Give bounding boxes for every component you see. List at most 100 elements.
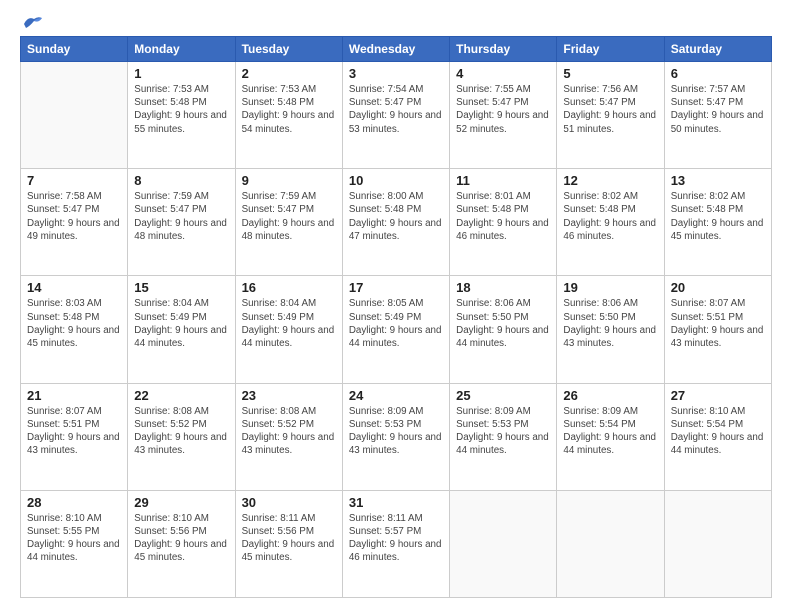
day-number: 26	[563, 388, 657, 403]
calendar-cell: 28 Sunrise: 8:10 AMSunset: 5:55 PMDayligh…	[21, 490, 128, 597]
calendar-cell: 2 Sunrise: 7:53 AMSunset: 5:48 PMDaylight…	[235, 62, 342, 169]
day-info: Sunrise: 8:05 AMSunset: 5:49 PMDaylight:…	[349, 297, 443, 350]
day-info: Sunrise: 8:09 AMSunset: 5:53 PMDaylight:…	[456, 405, 550, 458]
calendar-cell	[450, 490, 557, 597]
day-number: 2	[242, 66, 336, 81]
day-info: Sunrise: 8:09 AMSunset: 5:53 PMDaylight:…	[349, 405, 443, 458]
day-number: 18	[456, 280, 550, 295]
day-number: 20	[671, 280, 765, 295]
day-number: 28	[27, 495, 121, 510]
day-number: 11	[456, 173, 550, 188]
calendar-cell: 21 Sunrise: 8:07 AMSunset: 5:51 PMDayligh…	[21, 383, 128, 490]
col-header-friday: Friday	[557, 37, 664, 62]
col-header-saturday: Saturday	[664, 37, 771, 62]
day-number: 23	[242, 388, 336, 403]
calendar-cell: 6 Sunrise: 7:57 AMSunset: 5:47 PMDaylight…	[664, 62, 771, 169]
day-info: Sunrise: 8:07 AMSunset: 5:51 PMDaylight:…	[27, 405, 121, 458]
calendar-cell: 29 Sunrise: 8:10 AMSunset: 5:56 PMDayligh…	[128, 490, 235, 597]
day-number: 29	[134, 495, 228, 510]
day-info: Sunrise: 7:57 AMSunset: 5:47 PMDaylight:…	[671, 83, 765, 136]
day-number: 7	[27, 173, 121, 188]
day-info: Sunrise: 8:02 AMSunset: 5:48 PMDaylight:…	[563, 190, 657, 243]
day-info: Sunrise: 7:58 AMSunset: 5:47 PMDaylight:…	[27, 190, 121, 243]
day-number: 10	[349, 173, 443, 188]
day-number: 6	[671, 66, 765, 81]
day-number: 22	[134, 388, 228, 403]
calendar-cell: 31Sunrise: 8:11 AMSunset: 5:57 PMDayligh…	[342, 490, 449, 597]
calendar-week-row: 28 Sunrise: 8:10 AMSunset: 5:55 PMDayligh…	[21, 490, 772, 597]
day-info: Sunrise: 8:11 AMSunset: 5:57 PMDaylight:…	[349, 512, 443, 565]
calendar-table: SundayMondayTuesdayWednesdayThursdayFrid…	[20, 36, 772, 598]
day-number: 1	[134, 66, 228, 81]
day-info: Sunrise: 8:10 AMSunset: 5:54 PMDaylight:…	[671, 405, 765, 458]
day-info: Sunrise: 8:06 AMSunset: 5:50 PMDaylight:…	[563, 297, 657, 350]
day-info: Sunrise: 8:01 AMSunset: 5:48 PMDaylight:…	[456, 190, 550, 243]
day-number: 8	[134, 173, 228, 188]
day-info: Sunrise: 8:04 AMSunset: 5:49 PMDaylight:…	[242, 297, 336, 350]
col-header-thursday: Thursday	[450, 37, 557, 62]
day-number: 14	[27, 280, 121, 295]
day-info: Sunrise: 7:54 AMSunset: 5:47 PMDaylight:…	[349, 83, 443, 136]
day-number: 19	[563, 280, 657, 295]
calendar-cell: 25 Sunrise: 8:09 AMSunset: 5:53 PMDayligh…	[450, 383, 557, 490]
calendar-cell: 14 Sunrise: 8:03 AMSunset: 5:48 PMDayligh…	[21, 276, 128, 383]
calendar-cell: 18Sunrise: 8:06 AMSunset: 5:50 PMDayligh…	[450, 276, 557, 383]
day-number: 24	[349, 388, 443, 403]
calendar-cell: 15 Sunrise: 8:04 AMSunset: 5:49 PMDayligh…	[128, 276, 235, 383]
calendar-cell: 20Sunrise: 8:07 AMSunset: 5:51 PMDayligh…	[664, 276, 771, 383]
calendar-week-row: 7 Sunrise: 7:58 AMSunset: 5:47 PMDaylight…	[21, 169, 772, 276]
day-number: 16	[242, 280, 336, 295]
day-number: 4	[456, 66, 550, 81]
day-info: Sunrise: 8:00 AMSunset: 5:48 PMDaylight:…	[349, 190, 443, 243]
logo-block	[20, 18, 44, 28]
day-number: 13	[671, 173, 765, 188]
col-header-monday: Monday	[128, 37, 235, 62]
logo	[20, 18, 44, 28]
day-number: 30	[242, 495, 336, 510]
calendar-week-row: 1 Sunrise: 7:53 AMSunset: 5:48 PMDaylight…	[21, 62, 772, 169]
calendar-cell: 10 Sunrise: 8:00 AMSunset: 5:48 PMDayligh…	[342, 169, 449, 276]
day-info: Sunrise: 7:55 AMSunset: 5:47 PMDaylight:…	[456, 83, 550, 136]
day-number: 15	[134, 280, 228, 295]
day-number: 12	[563, 173, 657, 188]
col-header-tuesday: Tuesday	[235, 37, 342, 62]
calendar-cell: 22Sunrise: 8:08 AMSunset: 5:52 PMDayligh…	[128, 383, 235, 490]
day-number: 5	[563, 66, 657, 81]
day-number: 27	[671, 388, 765, 403]
calendar-cell	[21, 62, 128, 169]
calendar-cell: 30 Sunrise: 8:11 AMSunset: 5:56 PMDayligh…	[235, 490, 342, 597]
day-info: Sunrise: 8:04 AMSunset: 5:49 PMDaylight:…	[134, 297, 228, 350]
calendar-cell: 17 Sunrise: 8:05 AMSunset: 5:49 PMDayligh…	[342, 276, 449, 383]
calendar-cell	[664, 490, 771, 597]
calendar-cell: 11 Sunrise: 8:01 AMSunset: 5:48 PMDayligh…	[450, 169, 557, 276]
col-header-wednesday: Wednesday	[342, 37, 449, 62]
calendar-cell: 7 Sunrise: 7:58 AMSunset: 5:47 PMDaylight…	[21, 169, 128, 276]
day-info: Sunrise: 8:03 AMSunset: 5:48 PMDaylight:…	[27, 297, 121, 350]
calendar-cell	[557, 490, 664, 597]
day-info: Sunrise: 8:08 AMSunset: 5:52 PMDaylight:…	[242, 405, 336, 458]
day-info: Sunrise: 7:53 AMSunset: 5:48 PMDaylight:…	[134, 83, 228, 136]
calendar-cell: 19 Sunrise: 8:06 AMSunset: 5:50 PMDayligh…	[557, 276, 664, 383]
calendar-cell: 12 Sunrise: 8:02 AMSunset: 5:48 PMDayligh…	[557, 169, 664, 276]
header	[20, 18, 772, 28]
day-number: 9	[242, 173, 336, 188]
day-number: 17	[349, 280, 443, 295]
day-info: Sunrise: 8:09 AMSunset: 5:54 PMDaylight:…	[563, 405, 657, 458]
calendar-cell: 9 Sunrise: 7:59 AMSunset: 5:47 PMDaylight…	[235, 169, 342, 276]
day-number: 25	[456, 388, 550, 403]
day-info: Sunrise: 8:11 AMSunset: 5:56 PMDaylight:…	[242, 512, 336, 565]
calendar-cell: 8Sunrise: 7:59 AMSunset: 5:47 PMDaylight…	[128, 169, 235, 276]
calendar-cell: 4 Sunrise: 7:55 AMSunset: 5:47 PMDaylight…	[450, 62, 557, 169]
day-info: Sunrise: 7:53 AMSunset: 5:48 PMDaylight:…	[242, 83, 336, 136]
day-info: Sunrise: 8:10 AMSunset: 5:55 PMDaylight:…	[27, 512, 121, 565]
day-number: 3	[349, 66, 443, 81]
day-info: Sunrise: 7:59 AMSunset: 5:47 PMDaylight:…	[242, 190, 336, 243]
calendar-header-row: SundayMondayTuesdayWednesdayThursdayFrid…	[21, 37, 772, 62]
day-number: 21	[27, 388, 121, 403]
calendar-cell: 27 Sunrise: 8:10 AMSunset: 5:54 PMDayligh…	[664, 383, 771, 490]
calendar-week-row: 14 Sunrise: 8:03 AMSunset: 5:48 PMDayligh…	[21, 276, 772, 383]
calendar-cell: 26 Sunrise: 8:09 AMSunset: 5:54 PMDayligh…	[557, 383, 664, 490]
calendar-cell: 13Sunrise: 8:02 AMSunset: 5:48 PMDayligh…	[664, 169, 771, 276]
day-info: Sunrise: 8:10 AMSunset: 5:56 PMDaylight:…	[134, 512, 228, 565]
col-header-sunday: Sunday	[21, 37, 128, 62]
